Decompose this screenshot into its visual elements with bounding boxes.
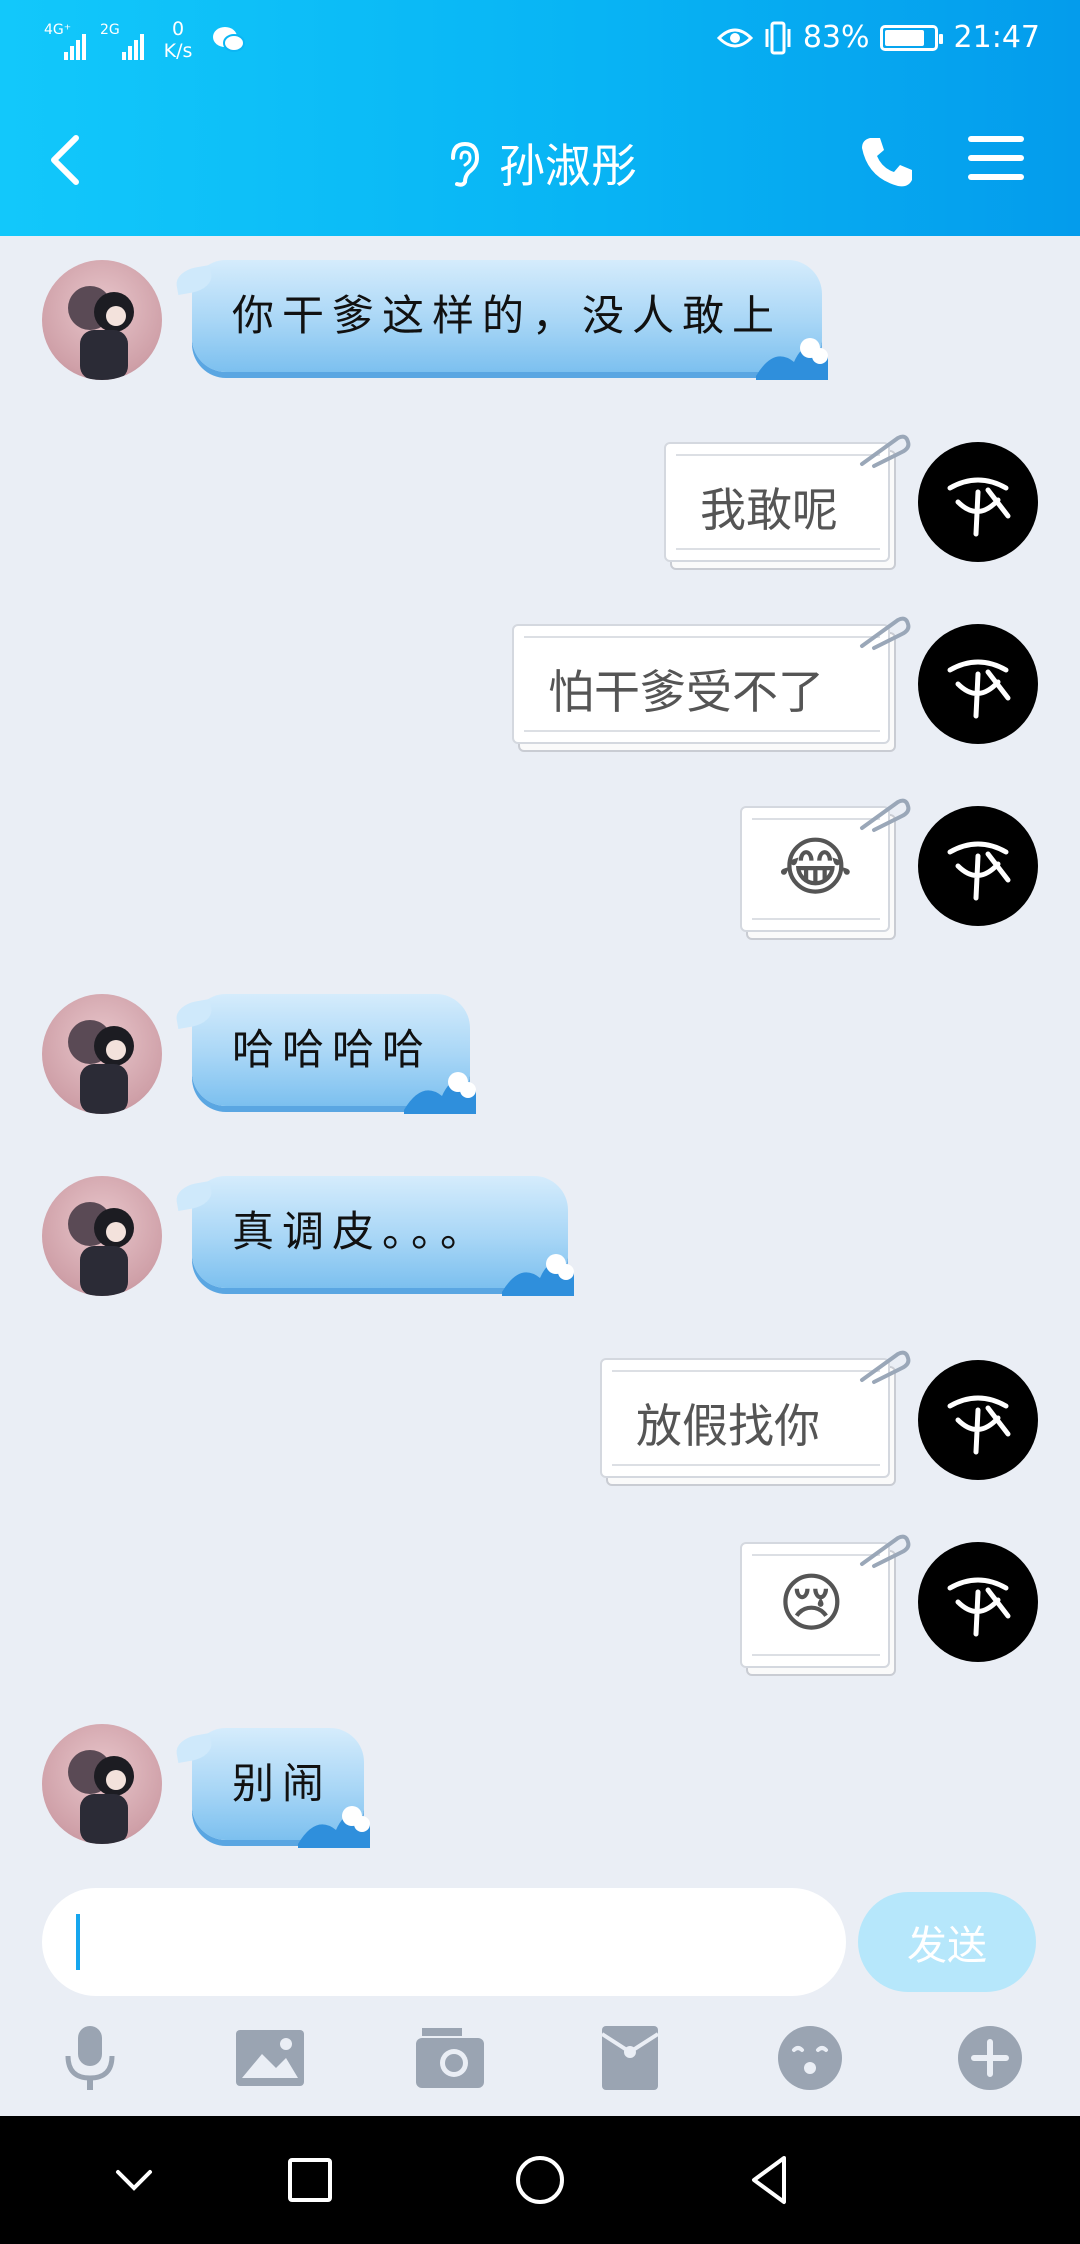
vibrate-icon — [765, 21, 791, 54]
chat-header: 4G⁺ 2G 0 K/s 83% 21:47 孙淑彤 — [0, 0, 1080, 236]
navigation-bar: 孙淑彤 — [0, 100, 1080, 220]
red-packet-icon[interactable] — [592, 2020, 668, 2096]
camera-icon[interactable] — [412, 2020, 488, 2096]
send-button[interactable]: 发送 — [858, 1892, 1036, 1992]
network-speed: 0 K/s — [163, 18, 193, 62]
paperclip-icon — [860, 434, 911, 468]
message-text: 放假找你 — [636, 1399, 820, 1453]
message-bubble-incoming[interactable]: 别闹 — [174, 1728, 370, 1848]
title-area[interactable]: 孙淑彤 — [0, 130, 1080, 196]
message-bubble-outgoing[interactable]: 😢 — [740, 1534, 911, 1668]
paperclip-icon — [860, 798, 911, 832]
plus-icon[interactable] — [952, 2020, 1028, 2096]
crying-emoji: 😢 — [778, 1567, 845, 1641]
wechat-icon — [213, 27, 245, 52]
my-avatar[interactable] — [918, 624, 1038, 744]
text-cursor — [76, 1914, 80, 1970]
home-icon[interactable] — [510, 2150, 570, 2210]
paperclip-icon — [860, 1534, 911, 1568]
wave-decoration-icon — [404, 1072, 476, 1114]
sticker-icon[interactable] — [772, 2020, 848, 2096]
signal-strength-icon: 4G⁺ — [44, 20, 86, 60]
clock: 21:47 — [953, 20, 1040, 55]
phone-icon[interactable] — [856, 132, 916, 192]
menu-icon[interactable] — [968, 136, 1024, 186]
message-input[interactable] — [42, 1888, 846, 1996]
composer: 发送 — [0, 1876, 1080, 2006]
composer-toolbar — [0, 2006, 1080, 2116]
contact-avatar[interactable] — [42, 1176, 162, 1296]
recents-icon[interactable] — [280, 2150, 340, 2210]
battery-icon — [879, 24, 943, 51]
message-text: 怕干爹受不了 — [548, 665, 824, 719]
status-bar: 4G⁺ 2G 0 K/s 83% 21:47 — [0, 0, 1080, 86]
contact-avatar[interactable] — [42, 1724, 162, 1844]
message-bubble-outgoing[interactable]: 我敢呢 — [664, 434, 911, 562]
signal-strength-icon-2: 2G — [100, 20, 144, 60]
tears-of-joy-emoji: 😂 — [778, 831, 853, 905]
ear-icon — [451, 141, 480, 187]
microphone-icon[interactable] — [52, 2020, 128, 2096]
paperclip-icon — [860, 1350, 911, 1384]
message-bubble-incoming[interactable]: 哈哈哈哈 — [174, 994, 476, 1114]
message-bubble-incoming[interactable]: 你干爹这样的，没人敢上 — [174, 260, 828, 380]
my-avatar[interactable] — [918, 442, 1038, 562]
battery-percent: 83% — [802, 20, 870, 55]
message-text: 你干爹这样的，没人敢上 — [232, 291, 783, 340]
contact-avatar[interactable] — [42, 994, 162, 1114]
message-list[interactable]: 你干爹这样的，没人敢上 我敢呢 怕干爹受不了 😂 哈哈哈哈 真调皮。。。 放假找… — [0, 236, 1080, 1876]
back-icon[interactable] — [740, 2150, 800, 2210]
wave-decoration-icon — [298, 1806, 370, 1848]
wave-decoration-icon — [502, 1254, 574, 1296]
image-icon[interactable] — [232, 2020, 308, 2096]
paperclip-icon — [860, 616, 911, 650]
message-bubble-outgoing[interactable]: 怕干爹受不了 — [512, 616, 911, 744]
message-text: 我敢呢 — [700, 483, 838, 537]
my-avatar[interactable] — [918, 1542, 1038, 1662]
message-bubble-outgoing[interactable]: 😂 — [740, 798, 911, 932]
eye-comfort-icon — [716, 28, 753, 47]
message-bubble-outgoing[interactable]: 放假找你 — [600, 1350, 911, 1478]
message-bubble-incoming[interactable]: 真调皮。。。 — [174, 1176, 574, 1296]
my-avatar[interactable] — [918, 806, 1038, 926]
my-avatar[interactable] — [918, 1360, 1038, 1480]
message-text: 真调皮。。。 — [232, 1207, 491, 1256]
page-title: 孙淑彤 — [499, 139, 637, 193]
system-navigation-bar — [0, 2116, 1080, 2244]
contact-avatar[interactable] — [42, 260, 162, 380]
wave-decoration-icon — [756, 338, 828, 380]
hide-keyboard-icon[interactable] — [104, 2150, 164, 2210]
